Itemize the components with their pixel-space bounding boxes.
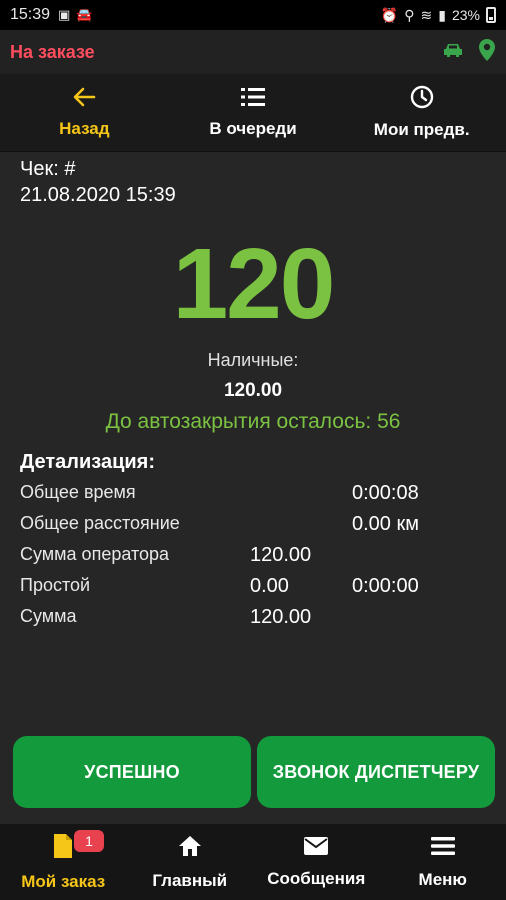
car-icon [442, 41, 464, 64]
payment-method-label: Наличные: [207, 350, 299, 370]
battery-text: 23% [451, 7, 480, 23]
details-title: Детализация: [20, 451, 155, 473]
clock-icon [410, 85, 434, 114]
status-right: ⏰ ⚲ ≋ ▮ 23% [381, 7, 496, 24]
arrow-left-icon [72, 86, 96, 113]
detail-value-1: 0.00 [250, 575, 289, 597]
detail-name: Сумма [20, 606, 77, 626]
gallery-icon: ▣ [58, 7, 71, 22]
detail-row: Общее расстояние 0.00 км [20, 513, 500, 543]
wifi-icon: ≋ [420, 6, 433, 23]
tab-queue-label: В очереди [209, 119, 297, 138]
total-amount: 120 [172, 228, 336, 340]
nav-messages[interactable]: Сообщения [253, 824, 380, 900]
nav-my-order-label: Мой заказ [21, 871, 106, 891]
detail-value-1: 120.00 [250, 544, 312, 566]
action-buttons: УСПЕШНО ЗВОНОК ДИСПЕТЧЕРУ [0, 736, 506, 808]
detail-row: Общее время 0:00:08 [20, 482, 500, 512]
nav-main[interactable]: Главный [127, 824, 254, 900]
status-bar: 15:39 ▣ 🚘 ⏰ ⚲ ≋ ▮ 23% [0, 0, 506, 30]
autoclose-countdown: До автозакрытия осталось: 56 [105, 410, 401, 433]
detail-value-2: 0.00 км [352, 513, 419, 535]
order-state-bar: На заказе [0, 30, 506, 74]
detail-value-2: 0:00:08 [352, 482, 419, 504]
nav-menu-label: Меню [418, 869, 467, 889]
nav-main-label: Главный [152, 870, 228, 890]
call-dispatcher-button[interactable]: ЗВОНОК ДИСПЕТЧЕРУ [257, 736, 495, 808]
success-button[interactable]: УСПЕШНО [13, 736, 251, 808]
location-icon: ⚲ [404, 6, 415, 23]
receipt-panel: Чек: # 21.08.2020 15:39 120 Наличные: 12… [0, 152, 506, 824]
top-nav: Назад В очереди Мои предв. [0, 74, 506, 152]
detail-value-2: 0:00:00 [352, 575, 419, 597]
bottom-nav: 1 Мой заказ Главный Сообщения Меню [0, 824, 506, 900]
detail-name: Общее время [20, 482, 136, 502]
list-icon [240, 86, 266, 113]
tab-queue[interactable]: В очереди [169, 74, 338, 151]
detail-name: Простой [20, 575, 91, 595]
home-icon [177, 834, 203, 863]
tab-back[interactable]: Назад [0, 74, 169, 151]
location-pin-icon [478, 38, 496, 67]
detail-row: Простой 0.00 0:00:00 [20, 575, 500, 605]
my-order-badge: 1 [74, 830, 104, 852]
nav-my-order[interactable]: 1 Мой заказ [0, 824, 127, 900]
detail-row: Сумма 120.00 [20, 606, 500, 636]
status-time: 15:39 [10, 6, 51, 23]
detail-name: Сумма оператора [20, 544, 170, 564]
tab-presets-label: Мои предв. [373, 120, 470, 139]
detail-row: Сумма оператора 120.00 [20, 544, 500, 574]
envelope-icon [303, 836, 329, 861]
detail-value-1: 120.00 [250, 606, 312, 628]
detail-name: Общее расстояние [20, 513, 180, 533]
tab-presets[interactable]: Мои предв. [337, 74, 506, 151]
car-small-icon: 🚘 [76, 7, 93, 22]
hamburger-menu-icon [430, 835, 456, 862]
nav-messages-label: Сообщения [267, 868, 366, 888]
signal-icon: ▮ [438, 6, 446, 23]
check-datetime: 21.08.2020 15:39 [20, 184, 176, 206]
check-number: Чек: # [20, 158, 76, 180]
tab-back-label: Назад [59, 119, 110, 138]
order-state-label: На заказе [10, 41, 95, 62]
battery-icon [486, 7, 496, 23]
alarm-icon: ⏰ [380, 6, 399, 23]
payment-value: 120.00 [223, 380, 283, 401]
nav-menu[interactable]: Меню [380, 824, 506, 900]
document-icon [52, 833, 74, 864]
